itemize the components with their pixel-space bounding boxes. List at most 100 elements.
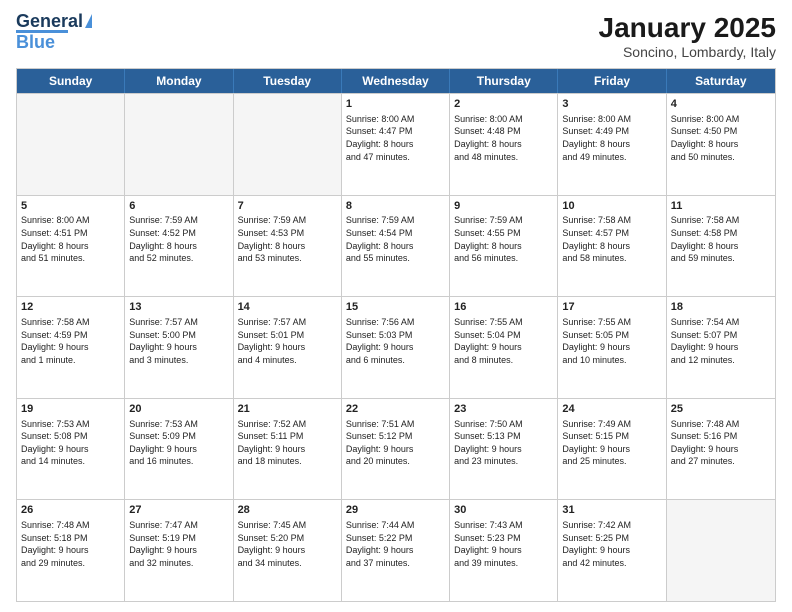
calendar-cell: 27Sunrise: 7:47 AM Sunset: 5:19 PM Dayli… xyxy=(125,500,233,601)
day-number: 19 xyxy=(21,402,120,417)
calendar-row-5: 26Sunrise: 7:48 AM Sunset: 5:18 PM Dayli… xyxy=(17,499,775,601)
header-day-wednesday: Wednesday xyxy=(342,69,450,93)
calendar-cell: 3Sunrise: 8:00 AM Sunset: 4:49 PM Daylig… xyxy=(558,94,666,195)
page: General Blue January 2025 Soncino, Lomba… xyxy=(0,0,792,612)
header-day-tuesday: Tuesday xyxy=(234,69,342,93)
calendar-cell: 9Sunrise: 7:59 AM Sunset: 4:55 PM Daylig… xyxy=(450,196,558,297)
logo-triangle-icon xyxy=(85,14,92,28)
day-info: Sunrise: 7:59 AM Sunset: 4:52 PM Dayligh… xyxy=(129,214,228,264)
day-number: 30 xyxy=(454,503,553,518)
day-info: Sunrise: 7:57 AM Sunset: 5:01 PM Dayligh… xyxy=(238,316,337,366)
header-day-monday: Monday xyxy=(125,69,233,93)
calendar-cell: 26Sunrise: 7:48 AM Sunset: 5:18 PM Dayli… xyxy=(17,500,125,601)
calendar-cell: 28Sunrise: 7:45 AM Sunset: 5:20 PM Dayli… xyxy=(234,500,342,601)
day-number: 29 xyxy=(346,503,445,518)
day-number: 25 xyxy=(671,402,771,417)
calendar-cell: 5Sunrise: 8:00 AM Sunset: 4:51 PM Daylig… xyxy=(17,196,125,297)
calendar-cell: 17Sunrise: 7:55 AM Sunset: 5:05 PM Dayli… xyxy=(558,297,666,398)
day-number: 13 xyxy=(129,300,228,315)
day-number: 24 xyxy=(562,402,661,417)
day-info: Sunrise: 8:00 AM Sunset: 4:49 PM Dayligh… xyxy=(562,113,661,163)
calendar-cell: 21Sunrise: 7:52 AM Sunset: 5:11 PM Dayli… xyxy=(234,399,342,500)
day-info: Sunrise: 7:48 AM Sunset: 5:16 PM Dayligh… xyxy=(671,418,771,468)
day-number: 28 xyxy=(238,503,337,518)
calendar-cell: 2Sunrise: 8:00 AM Sunset: 4:48 PM Daylig… xyxy=(450,94,558,195)
title-block: January 2025 Soncino, Lombardy, Italy xyxy=(599,12,776,60)
day-info: Sunrise: 7:58 AM Sunset: 4:58 PM Dayligh… xyxy=(671,214,771,264)
day-info: Sunrise: 8:00 AM Sunset: 4:51 PM Dayligh… xyxy=(21,214,120,264)
day-info: Sunrise: 7:56 AM Sunset: 5:03 PM Dayligh… xyxy=(346,316,445,366)
day-number: 14 xyxy=(238,300,337,315)
day-info: Sunrise: 7:58 AM Sunset: 4:59 PM Dayligh… xyxy=(21,316,120,366)
day-info: Sunrise: 7:45 AM Sunset: 5:20 PM Dayligh… xyxy=(238,519,337,569)
day-info: Sunrise: 7:50 AM Sunset: 5:13 PM Dayligh… xyxy=(454,418,553,468)
day-number: 27 xyxy=(129,503,228,518)
calendar-cell: 23Sunrise: 7:50 AM Sunset: 5:13 PM Dayli… xyxy=(450,399,558,500)
day-info: Sunrise: 7:59 AM Sunset: 4:54 PM Dayligh… xyxy=(346,214,445,264)
day-info: Sunrise: 7:58 AM Sunset: 4:57 PM Dayligh… xyxy=(562,214,661,264)
day-info: Sunrise: 7:54 AM Sunset: 5:07 PM Dayligh… xyxy=(671,316,771,366)
calendar: SundayMondayTuesdayWednesdayThursdayFrid… xyxy=(16,68,776,602)
day-number: 11 xyxy=(671,199,771,214)
day-number: 22 xyxy=(346,402,445,417)
calendar-cell: 16Sunrise: 7:55 AM Sunset: 5:04 PM Dayli… xyxy=(450,297,558,398)
day-info: Sunrise: 7:49 AM Sunset: 5:15 PM Dayligh… xyxy=(562,418,661,468)
day-info: Sunrise: 7:52 AM Sunset: 5:11 PM Dayligh… xyxy=(238,418,337,468)
day-number: 4 xyxy=(671,97,771,112)
day-number: 3 xyxy=(562,97,661,112)
calendar-cell: 24Sunrise: 7:49 AM Sunset: 5:15 PM Dayli… xyxy=(558,399,666,500)
logo: General Blue xyxy=(16,12,92,53)
day-info: Sunrise: 8:00 AM Sunset: 4:50 PM Dayligh… xyxy=(671,113,771,163)
calendar-cell xyxy=(17,94,125,195)
header-day-saturday: Saturday xyxy=(667,69,775,93)
calendar-cell: 29Sunrise: 7:44 AM Sunset: 5:22 PM Dayli… xyxy=(342,500,450,601)
day-info: Sunrise: 7:48 AM Sunset: 5:18 PM Dayligh… xyxy=(21,519,120,569)
calendar-cell xyxy=(667,500,775,601)
header-day-friday: Friday xyxy=(558,69,666,93)
day-info: Sunrise: 7:57 AM Sunset: 5:00 PM Dayligh… xyxy=(129,316,228,366)
day-number: 31 xyxy=(562,503,661,518)
day-number: 6 xyxy=(129,199,228,214)
day-number: 12 xyxy=(21,300,120,315)
day-info: Sunrise: 7:47 AM Sunset: 5:19 PM Dayligh… xyxy=(129,519,228,569)
day-number: 18 xyxy=(671,300,771,315)
calendar-cell: 7Sunrise: 7:59 AM Sunset: 4:53 PM Daylig… xyxy=(234,196,342,297)
day-number: 2 xyxy=(454,97,553,112)
calendar-cell: 19Sunrise: 7:53 AM Sunset: 5:08 PM Dayli… xyxy=(17,399,125,500)
calendar-cell xyxy=(125,94,233,195)
calendar-cell: 11Sunrise: 7:58 AM Sunset: 4:58 PM Dayli… xyxy=(667,196,775,297)
day-number: 9 xyxy=(454,199,553,214)
day-number: 5 xyxy=(21,199,120,214)
logo-text-blue: Blue xyxy=(16,33,55,53)
calendar-cell: 13Sunrise: 7:57 AM Sunset: 5:00 PM Dayli… xyxy=(125,297,233,398)
calendar-cell: 20Sunrise: 7:53 AM Sunset: 5:09 PM Dayli… xyxy=(125,399,233,500)
day-info: Sunrise: 7:42 AM Sunset: 5:25 PM Dayligh… xyxy=(562,519,661,569)
day-number: 8 xyxy=(346,199,445,214)
day-number: 17 xyxy=(562,300,661,315)
day-info: Sunrise: 7:51 AM Sunset: 5:12 PM Dayligh… xyxy=(346,418,445,468)
calendar-cell: 31Sunrise: 7:42 AM Sunset: 5:25 PM Dayli… xyxy=(558,500,666,601)
day-number: 26 xyxy=(21,503,120,518)
day-info: Sunrise: 7:53 AM Sunset: 5:09 PM Dayligh… xyxy=(129,418,228,468)
day-info: Sunrise: 7:59 AM Sunset: 4:55 PM Dayligh… xyxy=(454,214,553,264)
calendar-header: SundayMondayTuesdayWednesdayThursdayFrid… xyxy=(17,69,775,93)
calendar-cell: 6Sunrise: 7:59 AM Sunset: 4:52 PM Daylig… xyxy=(125,196,233,297)
day-number: 10 xyxy=(562,199,661,214)
calendar-cell: 8Sunrise: 7:59 AM Sunset: 4:54 PM Daylig… xyxy=(342,196,450,297)
calendar-row-2: 5Sunrise: 8:00 AM Sunset: 4:51 PM Daylig… xyxy=(17,195,775,297)
header: General Blue January 2025 Soncino, Lomba… xyxy=(16,12,776,60)
day-info: Sunrise: 7:55 AM Sunset: 5:05 PM Dayligh… xyxy=(562,316,661,366)
header-day-sunday: Sunday xyxy=(17,69,125,93)
calendar-body: 1Sunrise: 8:00 AM Sunset: 4:47 PM Daylig… xyxy=(17,93,775,601)
day-number: 15 xyxy=(346,300,445,315)
calendar-row-3: 12Sunrise: 7:58 AM Sunset: 4:59 PM Dayli… xyxy=(17,296,775,398)
day-info: Sunrise: 7:44 AM Sunset: 5:22 PM Dayligh… xyxy=(346,519,445,569)
calendar-cell: 15Sunrise: 7:56 AM Sunset: 5:03 PM Dayli… xyxy=(342,297,450,398)
day-info: Sunrise: 7:59 AM Sunset: 4:53 PM Dayligh… xyxy=(238,214,337,264)
day-info: Sunrise: 7:53 AM Sunset: 5:08 PM Dayligh… xyxy=(21,418,120,468)
calendar-cell: 4Sunrise: 8:00 AM Sunset: 4:50 PM Daylig… xyxy=(667,94,775,195)
subtitle: Soncino, Lombardy, Italy xyxy=(599,44,776,60)
day-number: 7 xyxy=(238,199,337,214)
calendar-row-4: 19Sunrise: 7:53 AM Sunset: 5:08 PM Dayli… xyxy=(17,398,775,500)
calendar-cell: 1Sunrise: 8:00 AM Sunset: 4:47 PM Daylig… xyxy=(342,94,450,195)
